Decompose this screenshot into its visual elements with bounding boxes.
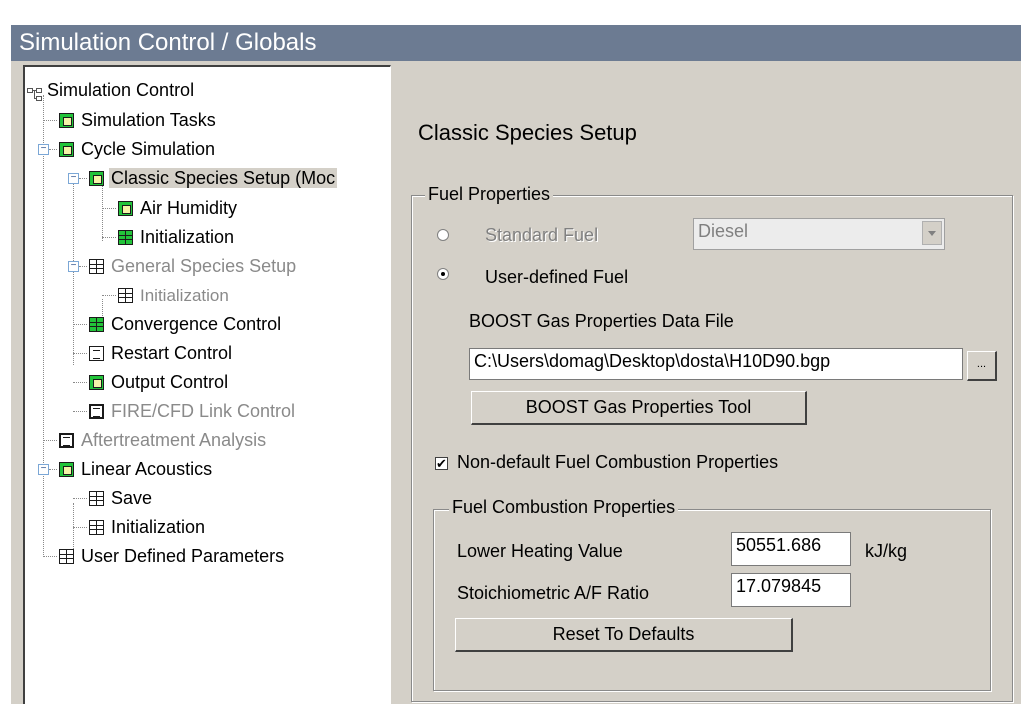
non-default-label: Non-default Fuel Combustion Properties <box>457 452 779 472</box>
tree-item-label: Aftertreatment Analysis <box>81 430 267 450</box>
tree-item-cycle-simulation[interactable]: Cycle Simulation <box>59 136 217 162</box>
tree-item-general-species-setup[interactable]: General Species Setup <box>89 253 298 279</box>
tree-item-label: Air Humidity <box>140 198 238 218</box>
module-green-icon <box>59 142 74 157</box>
reset-defaults-button[interactable]: Reset To Defaults <box>455 618 793 652</box>
table-icon <box>59 549 74 564</box>
tree-item-label: Initialization <box>140 286 229 305</box>
combustion-properties-legend: Fuel Combustion Properties <box>449 497 679 518</box>
module-icon <box>89 346 104 361</box>
table-green-icon <box>89 317 104 332</box>
tree-item-label: Classic Species Setup (Moc <box>109 168 338 188</box>
non-default-checkbox[interactable]: ✔ <box>435 457 448 470</box>
tree-item-label: Save <box>111 488 153 508</box>
tree-item-label: Simulation Tasks <box>81 110 216 130</box>
tree-item-label: General Species Setup <box>111 256 297 276</box>
tree-item-label: Linear Acoustics <box>81 459 213 479</box>
module-green-icon <box>118 201 133 216</box>
lhv-label: Lower Heating Value <box>457 541 623 561</box>
browse-button[interactable]: ... <box>967 351 997 381</box>
tree-item-label: Output Control <box>111 372 229 392</box>
simulation-tree[interactable]: Simulation Control Simulation Tasks − Cy… <box>23 65 391 704</box>
title-bar: Simulation Control / Globals <box>11 25 1021 61</box>
tree-item-save[interactable]: Save <box>89 485 154 511</box>
collapse-toggle-icon[interactable]: − <box>68 173 79 184</box>
tree-root[interactable]: Simulation Control <box>27 77 196 103</box>
tree-item-linear-acoustics[interactable]: Linear Acoustics <box>59 456 214 482</box>
window-title: Simulation Control / Globals <box>19 29 317 56</box>
tree-item-label: Cycle Simulation <box>81 139 216 159</box>
table-icon <box>89 259 104 274</box>
collapse-toggle-icon[interactable]: − <box>38 144 49 155</box>
tree-item-user-defined-parameters[interactable]: User Defined Parameters <box>59 543 286 569</box>
tree-item-initialization-acoustics[interactable]: Initialization <box>89 514 207 540</box>
gas-properties-tool-button[interactable]: BOOST Gas Properties Tool <box>471 391 807 425</box>
tree-item-label: Restart Control <box>111 343 233 363</box>
page-title: Classic Species Setup <box>418 120 637 145</box>
tree-root-label: Simulation Control <box>47 80 195 100</box>
module-green-icon <box>59 462 74 477</box>
module-green-icon <box>59 113 74 128</box>
tree-item-output-control[interactable]: Output Control <box>89 369 230 395</box>
standard-fuel-select[interactable]: Diesel <box>693 218 945 250</box>
tree-item-label: Convergence Control <box>111 314 282 334</box>
data-file-input[interactable]: C:\Users\domag\Desktop\dosta\H10D90.bgp <box>469 348 963 380</box>
user-defined-fuel-radio[interactable] <box>437 268 449 280</box>
tree-item-aftertreatment-analysis[interactable]: Aftertreatment Analysis <box>59 427 268 453</box>
standard-fuel-label: Standard Fuel <box>485 225 599 245</box>
tree-item-restart-control[interactable]: Restart Control <box>89 340 234 366</box>
collapse-toggle-icon[interactable]: − <box>38 464 49 475</box>
fuel-properties-legend: Fuel Properties <box>425 184 554 205</box>
tree-item-label: Initialization <box>140 227 235 247</box>
table-icon <box>118 288 133 303</box>
collapse-toggle-icon[interactable]: − <box>68 261 79 272</box>
module-green-icon <box>89 375 104 390</box>
standard-fuel-value: Diesel <box>698 221 749 241</box>
module-green-icon <box>89 171 104 186</box>
tree-item-simulation-tasks[interactable]: Simulation Tasks <box>59 107 218 133</box>
globals-window: Simulation Control / Globals Simulation … <box>11 25 1021 704</box>
tree-item-label: Initialization <box>111 517 206 537</box>
tree-item-initialization[interactable]: Initialization <box>118 224 236 250</box>
settings-panel: Classic Species Setup Fuel Properties St… <box>393 65 1021 704</box>
table-icon <box>89 491 104 506</box>
tree-item-label: User Defined Parameters <box>81 546 285 566</box>
table-green-icon <box>118 230 133 245</box>
tree-root-icon <box>27 83 43 101</box>
lhv-unit: kJ/kg <box>865 541 908 561</box>
tree-item-air-humidity[interactable]: Air Humidity <box>118 195 239 221</box>
af-ratio-label: Stoichiometric A/F Ratio <box>457 583 650 603</box>
user-defined-fuel-label: User-defined Fuel <box>485 267 629 287</box>
standard-fuel-radio[interactable] <box>437 229 449 241</box>
table-icon <box>89 520 104 535</box>
tree-item-initialization-general[interactable]: Initialization <box>118 282 231 308</box>
chevron-down-icon[interactable] <box>922 221 942 245</box>
tree-item-convergence-control[interactable]: Convergence Control <box>89 311 283 337</box>
tree-item-classic-species-setup[interactable]: Classic Species Setup (Moc <box>89 165 338 191</box>
tree-item-fire-cfd-link-control[interactable]: FIRE/CFD Link Control <box>89 398 297 424</box>
module-icon <box>59 433 74 448</box>
lhv-input[interactable]: 50551.686 <box>731 532 851 566</box>
af-ratio-input[interactable]: 17.079845 <box>731 573 851 607</box>
data-file-label: BOOST Gas Properties Data File <box>469 311 734 331</box>
module-icon <box>89 404 104 419</box>
tree-item-label: FIRE/CFD Link Control <box>111 401 296 421</box>
